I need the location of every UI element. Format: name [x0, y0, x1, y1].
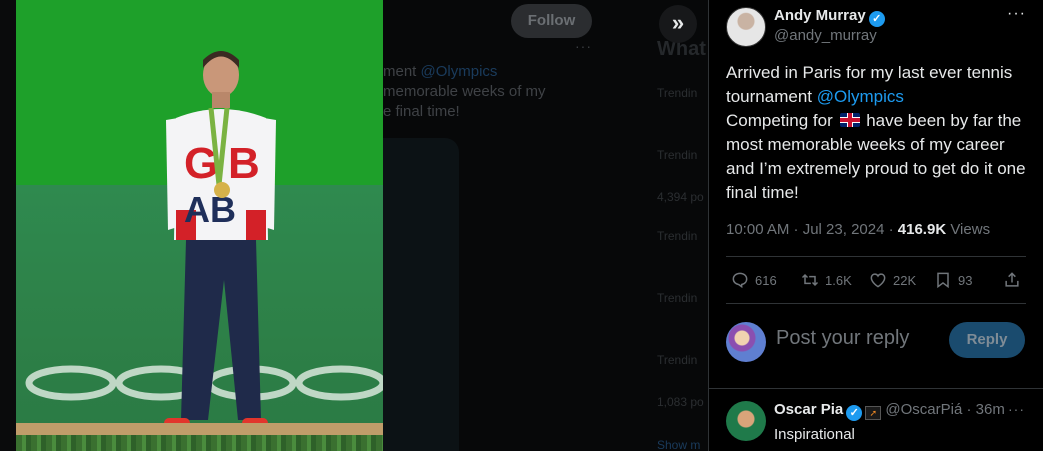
dimmed-trend-item: 4,394 po	[657, 190, 704, 204]
tweet-detail-panel: Andy Murray ✓ @andy_murray ··· Arrived in…	[708, 0, 1043, 451]
reply-button[interactable]: Reply	[949, 322, 1025, 358]
more-dots-icon[interactable]: ···	[1007, 5, 1026, 23]
divider	[726, 256, 1026, 257]
reply-author-name[interactable]: Oscar Pia	[774, 401, 843, 418]
avatar[interactable]	[726, 401, 766, 441]
divider	[726, 303, 1026, 304]
dimmed-trend-item: Show m	[657, 438, 701, 451]
reply-timestamp[interactable]: · 36m	[962, 401, 1004, 418]
reply-input[interactable]: Post your reply	[776, 327, 909, 350]
share-action[interactable]	[1002, 267, 1022, 293]
dimmed-trend-item: 1,083 po	[657, 395, 704, 409]
dimmed-trends-sidebar: What Trendin Trendin 4,394 po Trendin Tr…	[654, 0, 708, 451]
repost-icon	[801, 273, 819, 287]
avatar[interactable]	[726, 322, 766, 362]
dimmed-trend-item: Trendin	[657, 229, 698, 243]
dimmed-trend-item: Trendin	[657, 353, 698, 367]
dimmed-tweet-text: ment @Olympics memorable weeks of my e f…	[383, 62, 583, 122]
reply-text: Inspirational	[774, 426, 855, 443]
dimmed-text-line: e final time!	[383, 103, 460, 120]
like-count: 22K	[893, 272, 917, 288]
tweet-timestamp[interactable]: 10:00 AM · Jul 23, 2024 ·	[726, 221, 898, 238]
reply-action[interactable]: 616	[730, 267, 777, 293]
uk-flag-icon	[839, 113, 860, 127]
tweet-meta: 10:00 AM · Jul 23, 2024 · 416.9K Views	[726, 221, 990, 238]
reply-icon	[732, 272, 748, 289]
avatar[interactable]	[726, 7, 766, 47]
share-icon	[1005, 272, 1019, 287]
mention-link[interactable]: @Olympics	[817, 87, 904, 106]
dimmed-text-prefix: ment	[383, 63, 421, 80]
author-name[interactable]: Andy Murray ✓	[774, 7, 885, 27]
tweet-photo[interactable]: G B AB	[16, 0, 383, 451]
tweet-text-part: Competing for	[726, 111, 838, 130]
verified-badge-icon: ✓	[846, 405, 863, 421]
svg-text:B: B	[228, 139, 260, 188]
dimmed-trend-item: Trendin	[657, 148, 698, 162]
reply-header: Oscar Pia ✓ ➚ @OscarPiá · 36m	[774, 401, 1029, 421]
affiliate-badge-icon: ➚	[865, 406, 882, 420]
double-chevron-right-icon[interactable]: »	[659, 5, 697, 43]
reply-author-handle[interactable]: @OscarPiá	[885, 401, 962, 418]
dimmed-mention: @Olympics	[420, 63, 498, 80]
bookmark-icon	[937, 272, 949, 289]
repost-count: 1.6K	[825, 272, 852, 288]
bookmark-count: 93	[958, 272, 973, 288]
views-count: 416.9K	[897, 221, 947, 238]
svg-text:AB: AB	[184, 189, 236, 230]
reply-count: 616	[755, 272, 777, 288]
tweet-text: Arrived in Paris for my last ever tennis…	[726, 61, 1031, 205]
more-dots-icon: ···	[575, 38, 592, 54]
athlete-figure: G B AB	[164, 51, 276, 436]
dimmed-trend-item: Trendin	[657, 86, 698, 100]
author-name-text[interactable]: Andy Murray	[774, 7, 866, 24]
verified-badge-icon: ✓	[868, 11, 885, 27]
media-viewer: G B AB Follow ··· ment @Olympics memorab…	[0, 0, 708, 451]
bookmark-action[interactable]: 93	[933, 267, 972, 293]
tweet-actions: 616 1.6K 22K 93	[726, 267, 1028, 293]
podium-plants	[16, 435, 383, 451]
reply-composer: Post your reply Reply	[726, 321, 1028, 362]
dimmed-media-card	[383, 138, 459, 451]
heart-icon	[870, 273, 886, 288]
author-handle[interactable]: @andy_murray	[774, 27, 877, 44]
views-label: Views	[946, 221, 991, 238]
more-dots-icon[interactable]: ···	[1008, 401, 1025, 417]
dimmed-trend-item: Trendin	[657, 291, 698, 305]
repost-action[interactable]: 1.6K	[800, 267, 852, 293]
like-action[interactable]: 22K	[868, 267, 916, 293]
dimmed-text-line: memorable weeks of my	[383, 83, 546, 100]
divider	[709, 388, 1043, 389]
follow-button-dimmed: Follow	[511, 4, 592, 38]
